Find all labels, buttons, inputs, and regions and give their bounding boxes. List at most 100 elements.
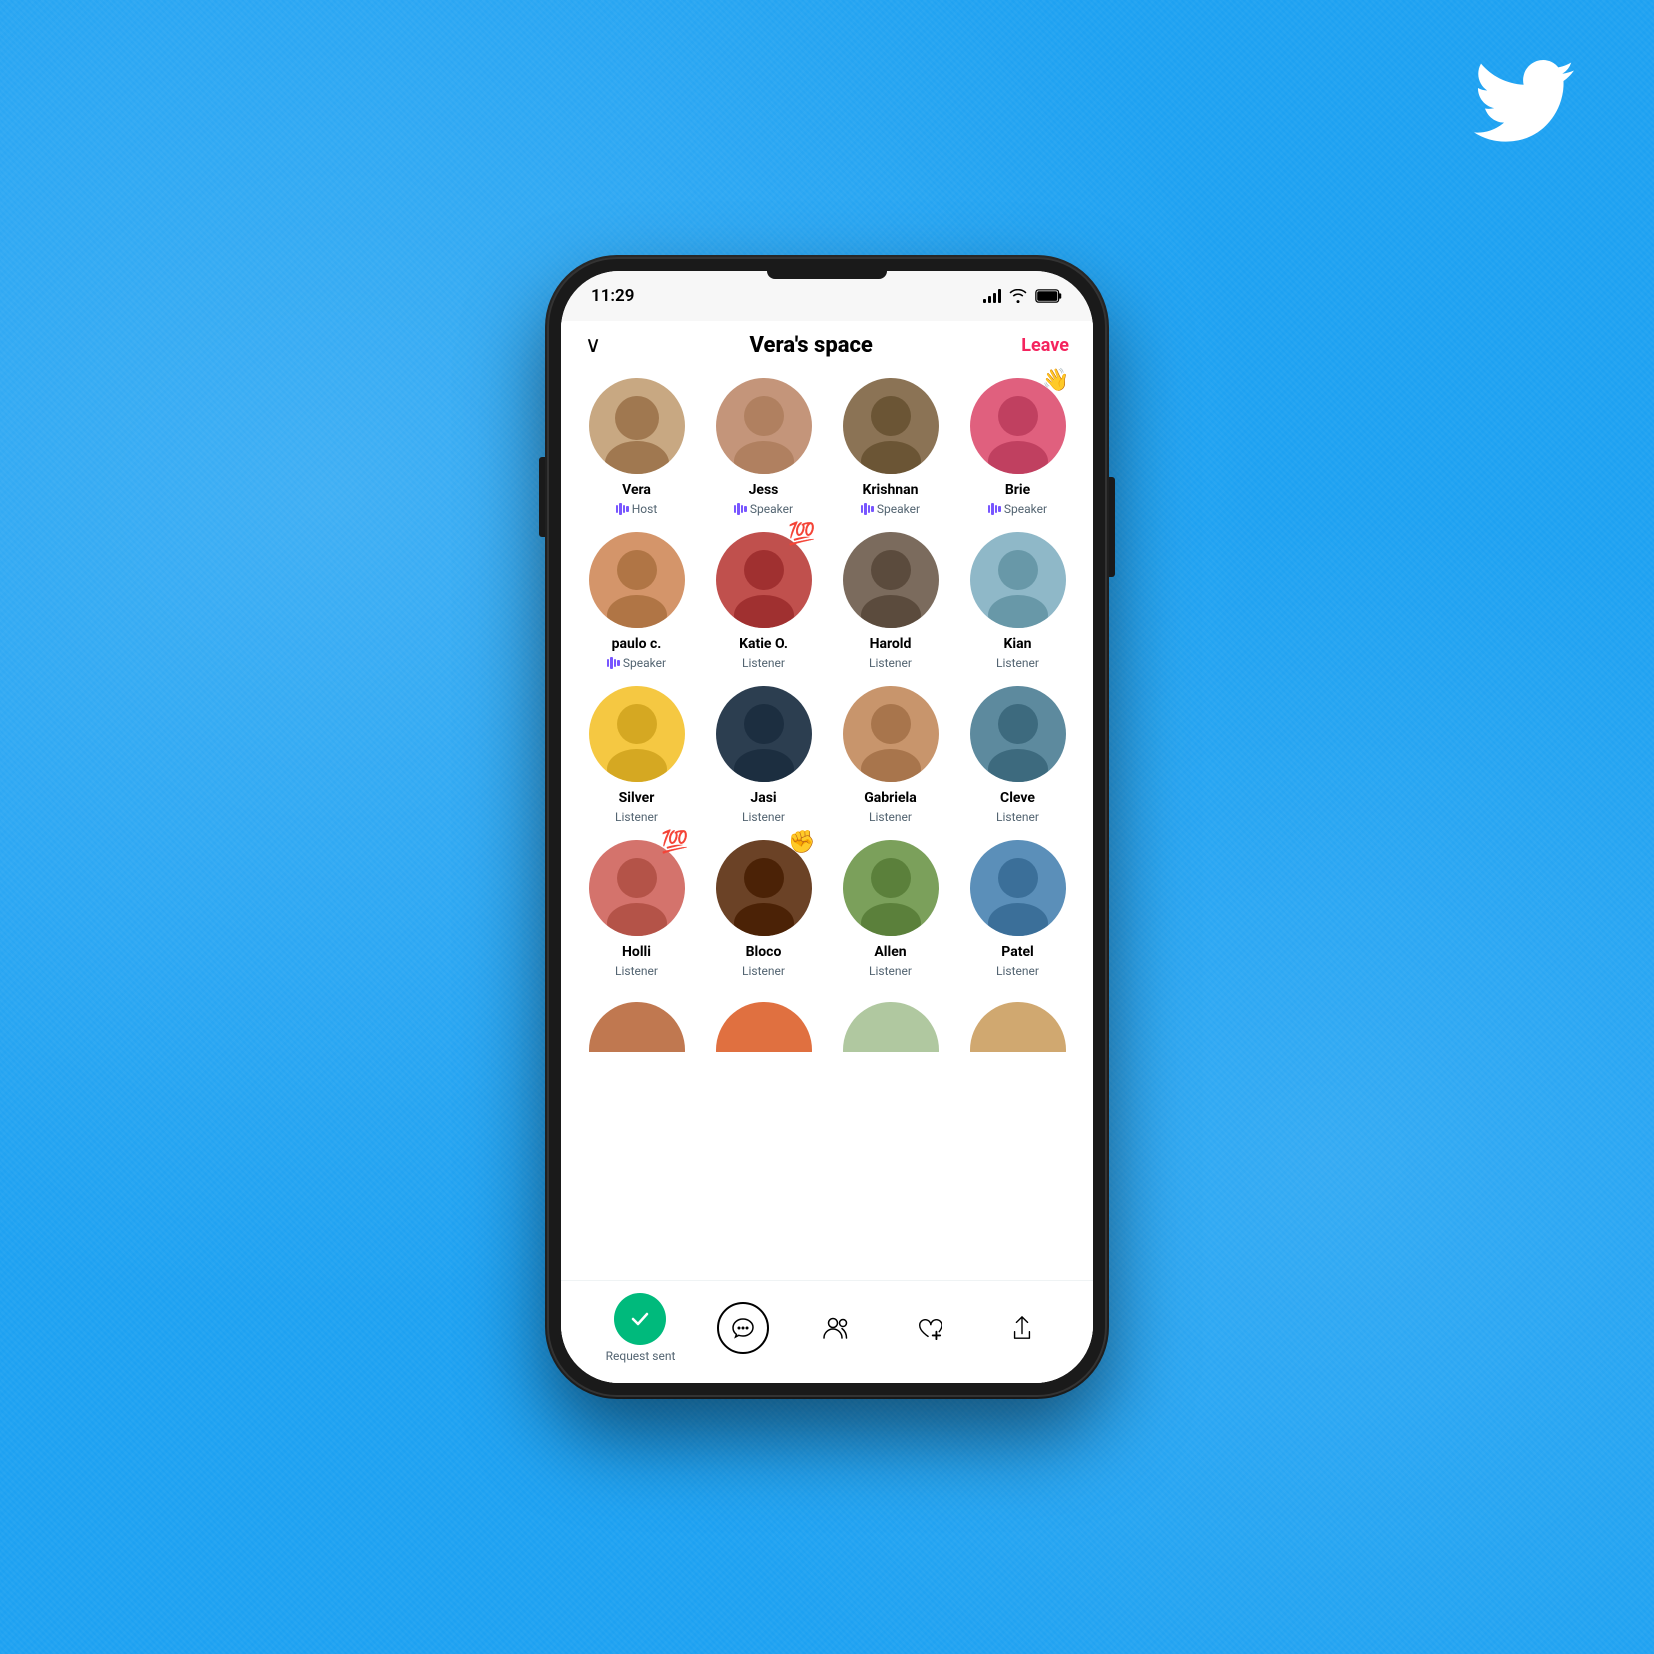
- chat-icon: [731, 1316, 755, 1340]
- participant-harold[interactable]: Harold Listener: [831, 532, 950, 670]
- collapse-chevron[interactable]: ∨: [585, 333, 601, 358]
- participant-silver[interactable]: Silver Listener: [577, 686, 696, 824]
- brie-role: Speaker: [988, 502, 1047, 516]
- partial-avatar-1: [589, 1002, 685, 1052]
- participant-vera[interactable]: Vera Host: [577, 378, 696, 516]
- participant-cleve[interactable]: Cleve Listener: [958, 686, 1077, 824]
- partial-participants-row: [577, 1002, 1077, 1052]
- share-icon: [1011, 1315, 1033, 1341]
- avatar-jasi: [716, 686, 812, 782]
- bottom-action-bar: Request sent: [561, 1280, 1093, 1383]
- avatar-harold-wrapper: [843, 532, 939, 628]
- partial-avatar-3: [843, 1002, 939, 1052]
- silver-role: Listener: [615, 810, 658, 824]
- avatar-krishnan-wrapper: [843, 378, 939, 474]
- avatar-allen: [843, 840, 939, 936]
- krishnan-speaker-icon: [861, 503, 874, 515]
- participants-grid: Vera Host: [577, 378, 1077, 986]
- twitter-logo: [1474, 60, 1574, 142]
- participant-kian[interactable]: Kian Listener: [958, 532, 1077, 670]
- vera-name: Vera: [622, 482, 651, 498]
- avatar-bloco-wrapper: ✊: [716, 840, 812, 936]
- avatar-gabriela: [843, 686, 939, 782]
- paulo-name: paulo c.: [612, 636, 662, 652]
- paulo-speaker-icon: [607, 657, 620, 669]
- battery-icon: [1035, 289, 1063, 303]
- phone-notch: [767, 271, 887, 279]
- avatar-paulo: [589, 532, 685, 628]
- jess-speaker-icon: [734, 503, 747, 515]
- participant-brie[interactable]: 👋 Brie Speaker: [958, 378, 1077, 516]
- share-button[interactable]: [996, 1302, 1048, 1354]
- speaker-wave-icon: [616, 503, 629, 515]
- partial-2: [704, 1002, 823, 1052]
- holli-emoji-badge: 💯: [661, 832, 688, 854]
- participant-jasi[interactable]: Jasi Listener: [704, 686, 823, 824]
- bloco-name: Bloco: [746, 944, 782, 960]
- jasi-role: Listener: [742, 810, 785, 824]
- participant-krishnan[interactable]: Krishnan Speaker: [831, 378, 950, 516]
- avatar-cleve-wrapper: [970, 686, 1066, 782]
- brie-name: Brie: [1005, 482, 1030, 498]
- participant-patel[interactable]: Patel Listener: [958, 840, 1077, 978]
- heart-plus-button[interactable]: [903, 1302, 955, 1354]
- participants-scroll[interactable]: Vera Host: [561, 366, 1093, 1280]
- participant-bloco[interactable]: ✊ Bloco Listener: [704, 840, 823, 978]
- cleve-role: Listener: [996, 810, 1039, 824]
- participant-paulo[interactable]: paulo c. Speaker: [577, 532, 696, 670]
- kian-role: Listener: [996, 656, 1039, 670]
- request-sent-label: Request sent: [606, 1349, 676, 1363]
- leave-button[interactable]: Leave: [1021, 335, 1069, 356]
- jess-name: Jess: [749, 482, 779, 498]
- avatar-gabriela-wrapper: [843, 686, 939, 782]
- silver-name: Silver: [619, 790, 655, 806]
- patel-role: Listener: [996, 964, 1039, 978]
- participant-jess[interactable]: Jess Speaker: [704, 378, 823, 516]
- partial-avatar-2: [716, 1002, 812, 1052]
- patel-name: Patel: [1001, 944, 1033, 960]
- chat-action[interactable]: [717, 1302, 769, 1354]
- participant-holli[interactable]: 💯 Holli Listener: [577, 840, 696, 978]
- partial-4: [958, 1002, 1077, 1052]
- people-icon: [823, 1317, 849, 1339]
- wifi-icon: [1009, 289, 1027, 303]
- avatar-holli-wrapper: 💯: [589, 840, 685, 936]
- paulo-role: Speaker: [607, 656, 666, 670]
- krishnan-name: Krishnan: [863, 482, 919, 498]
- cleve-name: Cleve: [1000, 790, 1035, 806]
- space-title: Vera's space: [750, 333, 873, 358]
- brie-speaker-icon: [988, 503, 1001, 515]
- people-button[interactable]: [810, 1302, 862, 1354]
- participant-allen[interactable]: Allen Listener: [831, 840, 950, 978]
- avatar-jasi-wrapper: [716, 686, 812, 782]
- request-sent-button[interactable]: [614, 1293, 666, 1345]
- avatar-patel: [970, 840, 1066, 936]
- vera-role: Host: [616, 502, 658, 516]
- kian-name: Kian: [1004, 636, 1032, 652]
- allen-role: Listener: [869, 964, 912, 978]
- people-action[interactable]: [810, 1302, 862, 1354]
- heart-plus-icon: [916, 1316, 942, 1340]
- spaces-header: ∨ Vera's space Leave: [561, 321, 1093, 366]
- harold-role: Listener: [869, 656, 912, 670]
- participant-katieo[interactable]: 💯 Katie O. Listener: [704, 532, 823, 670]
- avatar-jess: [716, 378, 812, 474]
- signal-icon: [983, 289, 1001, 303]
- partial-avatar-4: [970, 1002, 1066, 1052]
- chat-button[interactable]: [717, 1302, 769, 1354]
- brie-emoji-badge: 👋: [1042, 370, 1069, 392]
- katieo-emoji-badge: 💯: [788, 524, 815, 546]
- participant-gabriela[interactable]: Gabriela Listener: [831, 686, 950, 824]
- avatar-allen-wrapper: [843, 840, 939, 936]
- status-icons: [983, 289, 1063, 303]
- avatar-vera: [589, 378, 685, 474]
- phone-device: 11:29: [547, 257, 1107, 1397]
- jasi-name: Jasi: [750, 790, 776, 806]
- share-action[interactable]: [996, 1302, 1048, 1354]
- heart-plus-action[interactable]: [903, 1302, 955, 1354]
- avatar-brie-wrapper: 👋: [970, 378, 1066, 474]
- avatar-patel-wrapper: [970, 840, 1066, 936]
- gabriela-role: Listener: [869, 810, 912, 824]
- holli-role: Listener: [615, 964, 658, 978]
- request-sent-action[interactable]: Request sent: [606, 1293, 676, 1363]
